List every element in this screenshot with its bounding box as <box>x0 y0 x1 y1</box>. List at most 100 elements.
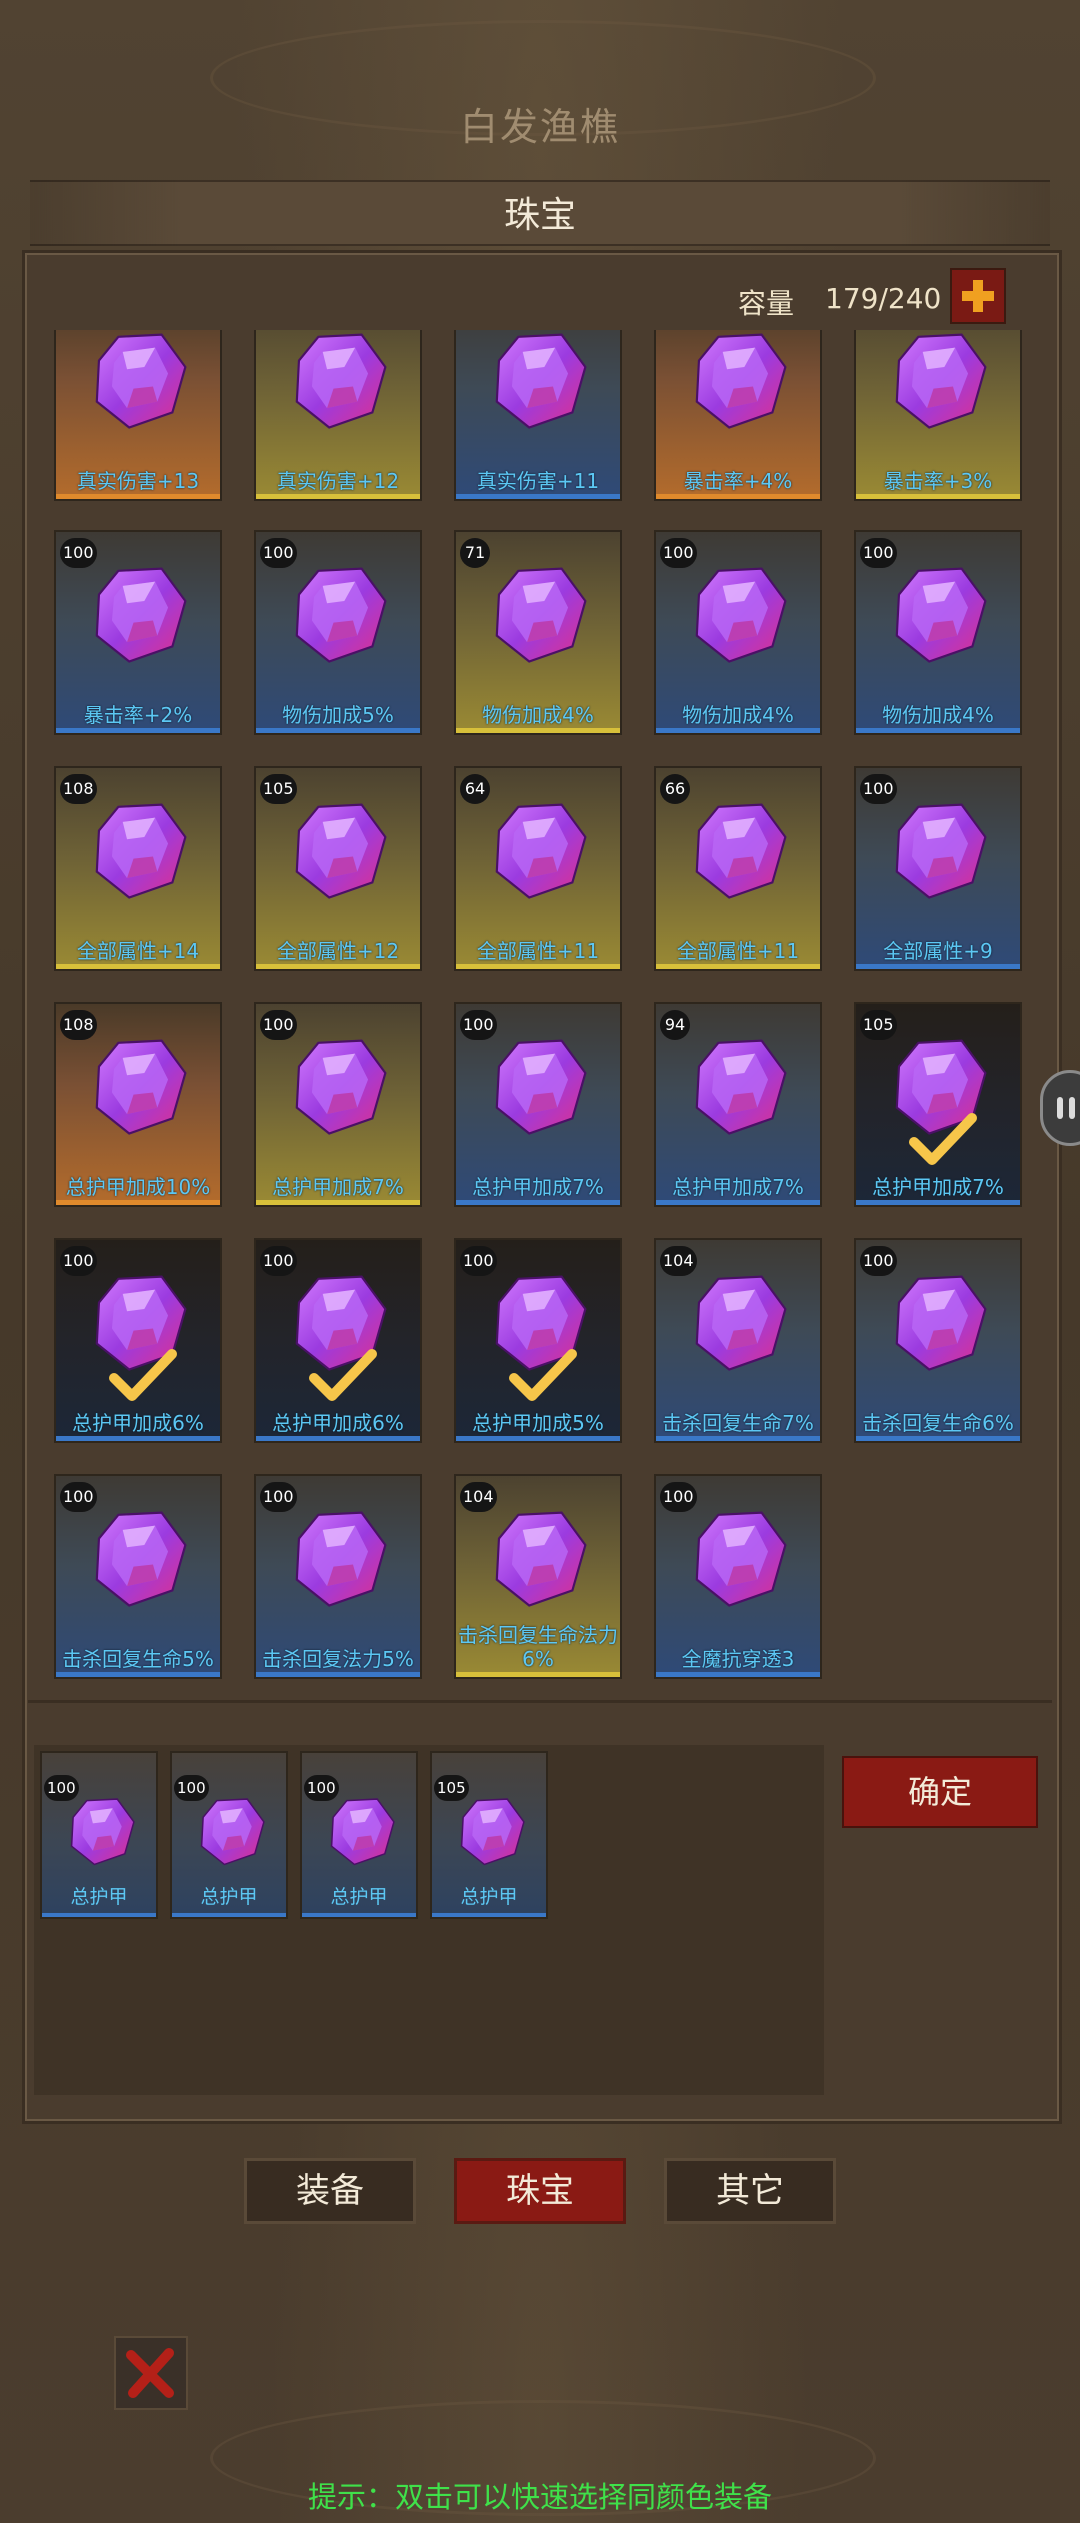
quality-bar <box>256 1672 420 1677</box>
tab-jewelry[interactable]: 珠宝 <box>454 2158 626 2224</box>
jewel-slot[interactable]: 100 击杀回复生命5% <box>54 1474 222 1679</box>
jewel-slot[interactable]: 71 物伤加成4% <box>454 530 622 735</box>
jewel-slot[interactable]: 100 总护甲加成5% <box>454 1238 622 1443</box>
quality-bar <box>56 1436 220 1441</box>
quality-bar <box>456 964 620 969</box>
jewel-stat-label: 总护甲加成5% <box>472 1411 604 1435</box>
jewel-slot[interactable]: 暴击率+3% <box>854 330 1022 501</box>
jewel-stat-label: 总护甲加成10% <box>65 1175 211 1199</box>
purple-gem-icon <box>495 333 587 429</box>
selected-jewel-slot[interactable]: 105 总护甲 <box>430 1751 548 1919</box>
side-drag-handle[interactable] <box>1040 1070 1080 1146</box>
quality-bar <box>656 1672 820 1677</box>
hint-text: 提示：双击可以快速选择同颜色装备 <box>307 2480 772 2514</box>
jewel-slot[interactable]: 100 全部属性+9 <box>854 766 1022 971</box>
purple-gem-icon <box>695 1275 787 1371</box>
quality-bar <box>856 1200 1020 1205</box>
quality-bar <box>302 1913 416 1917</box>
purple-gem-icon <box>70 1798 135 1866</box>
jewel-slot[interactable]: 100 总护甲加成7% <box>254 1002 422 1207</box>
selected-jewel-label: 总护甲 <box>330 1886 388 1908</box>
quality-bar <box>256 494 420 499</box>
jewel-slot[interactable]: 100 总护甲加成6% <box>254 1238 422 1443</box>
panel-title: 珠宝 <box>503 195 576 236</box>
jewel-slot[interactable]: 100 总护甲加成6% <box>54 1238 222 1443</box>
checkmark-icon <box>109 1349 177 1401</box>
quality-bar <box>856 494 1020 499</box>
jewel-stat-label: 全魔抗穿透3 <box>681 1647 795 1671</box>
confirm-button[interactable]: 确定 <box>842 1756 1038 1828</box>
quality-bar <box>56 494 220 499</box>
selected-jewel-slot[interactable]: 100 总护甲 <box>170 1751 288 1919</box>
jewel-slot[interactable]: 真实伤害+11 <box>454 330 622 501</box>
tab-equipment[interactable]: 装备 <box>244 2158 416 2224</box>
jewel-slot[interactable]: 100 暴击率+2% <box>54 530 222 735</box>
quality-bar <box>56 1200 220 1205</box>
quality-bar <box>256 1200 420 1205</box>
purple-gem-icon <box>895 333 987 429</box>
purple-gem-icon <box>95 567 187 663</box>
purple-gem-icon <box>495 1511 587 1607</box>
jewel-slot[interactable]: 104 击杀回复生命法力6% <box>454 1474 622 1679</box>
handle-grip <box>1069 1097 1075 1119</box>
jewel-slot[interactable]: 108 全部属性+14 <box>54 766 222 971</box>
selected-items-area: 100 总护甲 100 总护甲 100 总护甲 105 总护甲 <box>34 1745 824 2095</box>
quality-bar <box>856 728 1020 733</box>
jewel-slot[interactable]: 100 击杀回复生命6% <box>854 1238 1022 1443</box>
jewel-slot[interactable]: 暴击率+4% <box>654 330 822 501</box>
expand-capacity-button[interactable] <box>950 268 1006 324</box>
jewel-slot[interactable]: 100 物伤加成4% <box>854 530 1022 735</box>
quality-bar <box>456 728 620 733</box>
jewel-slot[interactable]: 100 击杀回复法力5% <box>254 1474 422 1679</box>
quality-bar <box>42 1913 156 1917</box>
jewel-slot[interactable]: 108 总护甲加成10% <box>54 1002 222 1207</box>
jewel-slot[interactable]: 100 总护甲加成7% <box>454 1002 622 1207</box>
quality-bar <box>256 728 420 733</box>
jewel-slot[interactable]: 66 全部属性+11 <box>654 766 822 971</box>
close-button[interactable] <box>114 2336 188 2410</box>
quality-bar <box>256 1436 420 1441</box>
jewel-slot[interactable]: 105 总护甲加成7% <box>854 1002 1022 1207</box>
purple-gem-icon <box>695 333 787 429</box>
tab-other[interactable]: 其它 <box>664 2158 836 2224</box>
jewel-stat-label: 击杀回复生命法力6% <box>458 1623 618 1671</box>
jewel-stat-label: 物伤加成5% <box>282 703 394 727</box>
jewel-slot[interactable]: 105 全部属性+12 <box>254 766 422 971</box>
jewel-stat-label: 暴击率+2% <box>83 703 193 727</box>
jewel-slot[interactable]: 100 物伤加成5% <box>254 530 422 735</box>
purple-gem-icon <box>95 333 187 429</box>
purple-gem-icon <box>330 1798 395 1866</box>
jewel-slot[interactable]: 104 击杀回复生命7% <box>654 1238 822 1443</box>
purple-gem-icon <box>895 1275 987 1371</box>
jewel-stat-label: 总护甲加成7% <box>272 1175 404 1199</box>
purple-gem-icon <box>295 333 387 429</box>
quality-bar <box>456 1436 620 1441</box>
jewel-stat-label: 全部属性+11 <box>676 939 800 963</box>
jewel-slot[interactable]: 真实伤害+12 <box>254 330 422 501</box>
jewel-stat-label: 真实伤害+12 <box>276 469 400 493</box>
jewel-slot[interactable]: 94 总护甲加成7% <box>654 1002 822 1207</box>
jewel-slot[interactable]: 64 全部属性+11 <box>454 766 622 971</box>
purple-gem-icon <box>200 1798 265 1866</box>
jewel-stat-label: 全部属性+11 <box>476 939 600 963</box>
purple-gem-icon <box>295 567 387 663</box>
checkmark-icon <box>509 1349 577 1401</box>
selected-jewel-slot[interactable]: 100 总护甲 <box>300 1751 418 1919</box>
purple-gem-icon <box>295 803 387 899</box>
jewel-stat-label: 总护甲加成7% <box>672 1175 804 1199</box>
jewel-slot[interactable]: 100 全魔抗穿透3 <box>654 1474 822 1679</box>
jewel-slot[interactable]: 真实伤害+13 <box>54 330 222 501</box>
jewel-stat-label: 真实伤害+13 <box>76 469 200 493</box>
quality-bar <box>432 1913 546 1917</box>
quality-bar <box>56 1672 220 1677</box>
jewel-stat-label: 总护甲加成6% <box>272 1411 404 1435</box>
quality-bar <box>656 964 820 969</box>
purple-gem-icon <box>495 1039 587 1135</box>
selected-jewel-slot[interactable]: 100 总护甲 <box>40 1751 158 1919</box>
purple-gem-icon <box>895 567 987 663</box>
jewel-slot[interactable]: 100 物伤加成4% <box>654 530 822 735</box>
character-name: 白发渔樵 <box>459 105 620 149</box>
jewel-stat-label: 总护甲加成7% <box>472 1175 604 1199</box>
plus-icon <box>962 280 994 312</box>
selected-jewel-label: 总护甲 <box>460 1886 518 1908</box>
